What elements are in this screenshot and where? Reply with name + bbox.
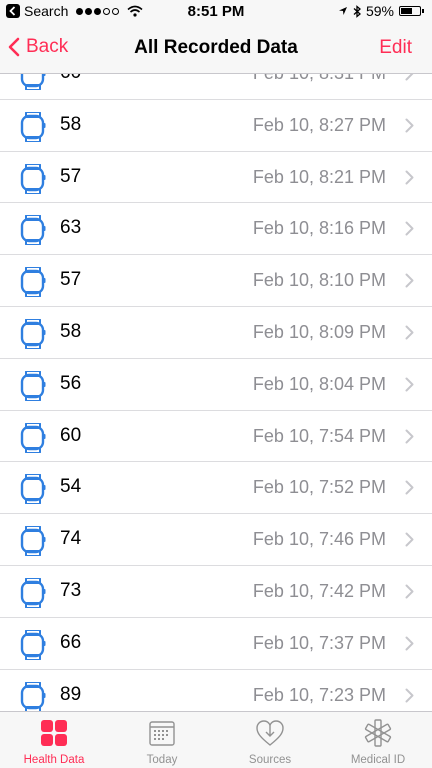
list-item[interactable]: 56 Feb 10, 8:04 PM	[0, 359, 432, 411]
apple-watch-icon	[20, 111, 46, 142]
record-value: 63	[60, 217, 82, 239]
list-item[interactable]: 73 Feb 10, 7:42 PM	[0, 566, 432, 618]
tab-sources-label: Sources	[248, 754, 292, 766]
record-date: Feb 10, 7:42 PM	[252, 580, 386, 601]
record-date: Feb 10, 7:37 PM	[252, 632, 386, 653]
sources-heart-icon	[256, 720, 284, 746]
apple-watch-icon	[20, 681, 46, 711]
chevron-right-icon	[405, 74, 414, 81]
list-item[interactable]: 54 Feb 10, 7:52 PM	[0, 462, 432, 515]
apple-watch-icon	[20, 422, 46, 453]
record-value: 66	[60, 631, 82, 653]
record-value: 57	[60, 165, 82, 187]
record-value: 60	[60, 424, 82, 446]
list-item[interactable]: 60 Feb 10, 7:54 PM	[0, 411, 432, 463]
battery-tip	[422, 9, 424, 13]
list-item[interactable]: 74 Feb 10, 7:46 PM	[0, 514, 432, 566]
apple-watch-icon	[20, 526, 46, 557]
tab-today[interactable]: Today	[108, 712, 216, 768]
chevron-right-icon	[405, 532, 414, 547]
location-arrow-icon	[338, 7, 347, 15]
apple-watch-icon	[20, 318, 46, 349]
chevron-right-icon	[405, 273, 414, 288]
health-data-grid-icon	[41, 720, 67, 746]
navigation-bar: Back All Recorded Data Edit	[0, 24, 432, 74]
chevron-right-icon	[405, 377, 414, 392]
tab-health-data[interactable]: Health Data	[0, 712, 108, 768]
list-item[interactable]: 89 Feb 10, 7:23 PM	[0, 670, 432, 711]
record-date: Feb 10, 8:27 PM	[252, 114, 386, 135]
apple-watch-icon	[20, 370, 46, 401]
recorded-data-list-inner: 60 Feb 10, 8:31 PM 58 Feb 10, 8:27 PM 57 Feb …	[0, 74, 432, 711]
edit-button[interactable]: Edit	[379, 37, 412, 59]
list-item[interactable]: 58 Feb 10, 8:09 PM	[0, 307, 432, 359]
apple-watch-icon	[20, 577, 46, 608]
recorded-data-list[interactable]: 60 Feb 10, 8:31 PM 58 Feb 10, 8:27 PM 57 Feb …	[0, 74, 432, 711]
status-bar: Search 8:51 PM 59%	[0, 0, 432, 24]
chevron-right-icon	[405, 221, 414, 236]
list-item[interactable]: 60 Feb 10, 8:31 PM	[0, 74, 432, 100]
tab-bar: Health Data Today Sources Medical ID	[0, 711, 432, 768]
record-value: 89	[60, 683, 82, 705]
chevron-right-icon	[405, 688, 414, 703]
record-value: 74	[60, 528, 82, 550]
apple-watch-icon	[20, 163, 46, 194]
record-date: Feb 10, 8:31 PM	[253, 74, 386, 84]
record-value: 54	[60, 476, 82, 498]
tab-today-label: Today	[146, 754, 178, 766]
record-date: Feb 10, 7:46 PM	[252, 529, 386, 550]
record-value: 58	[60, 320, 82, 342]
apple-watch-icon	[20, 267, 46, 298]
chevron-right-icon	[405, 170, 414, 185]
medical-star-icon	[364, 719, 392, 747]
record-date: Feb 10, 8:10 PM	[252, 270, 386, 291]
chevron-right-icon	[405, 325, 414, 340]
battery-icon	[399, 6, 421, 16]
chevron-right-icon	[405, 636, 414, 651]
page-title: All Recorded Data	[134, 37, 298, 58]
apple-watch-icon	[20, 74, 46, 90]
list-item[interactable]: 57 Feb 10, 8:10 PM	[0, 255, 432, 307]
record-date: Feb 10, 8:16 PM	[252, 218, 386, 239]
tab-sources[interactable]: Sources	[216, 712, 324, 768]
list-item[interactable]: 58 Feb 10, 8:27 PM	[0, 100, 432, 152]
chevron-right-icon	[405, 118, 414, 133]
list-item[interactable]: 66 Feb 10, 7:37 PM	[0, 618, 432, 670]
calendar-icon	[149, 721, 175, 746]
record-value: 73	[60, 579, 82, 601]
record-date: Feb 10, 7:23 PM	[252, 684, 386, 705]
list-item[interactable]: 57 Feb 10, 8:21 PM	[0, 152, 432, 204]
record-date: Feb 10, 8:09 PM	[252, 321, 386, 342]
battery-percent: 59%	[365, 3, 394, 19]
tab-medical-id[interactable]: Medical ID	[324, 712, 432, 768]
record-date: Feb 10, 8:04 PM	[252, 373, 386, 394]
bluetooth-icon	[353, 4, 361, 18]
record-value: 56	[60, 372, 82, 394]
apple-watch-icon	[20, 474, 46, 505]
record-value: 58	[60, 113, 82, 135]
tab-medical-id-label: Medical ID	[350, 754, 406, 766]
chevron-right-icon	[405, 584, 414, 599]
apple-watch-icon	[20, 215, 46, 246]
tab-health-data-label: Health Data	[23, 754, 85, 766]
list-item[interactable]: 63 Feb 10, 8:16 PM	[0, 203, 432, 256]
record-value: 60	[60, 74, 81, 84]
chevron-right-icon	[405, 480, 414, 495]
chevron-right-icon	[405, 429, 414, 444]
record-date: Feb 10, 7:54 PM	[252, 425, 386, 446]
battery-fill	[401, 8, 412, 14]
status-right: 59%	[338, 3, 424, 19]
record-date: Feb 10, 7:52 PM	[252, 477, 386, 498]
record-value: 57	[60, 269, 82, 291]
apple-watch-icon	[20, 629, 46, 660]
record-date: Feb 10, 8:21 PM	[252, 166, 386, 187]
